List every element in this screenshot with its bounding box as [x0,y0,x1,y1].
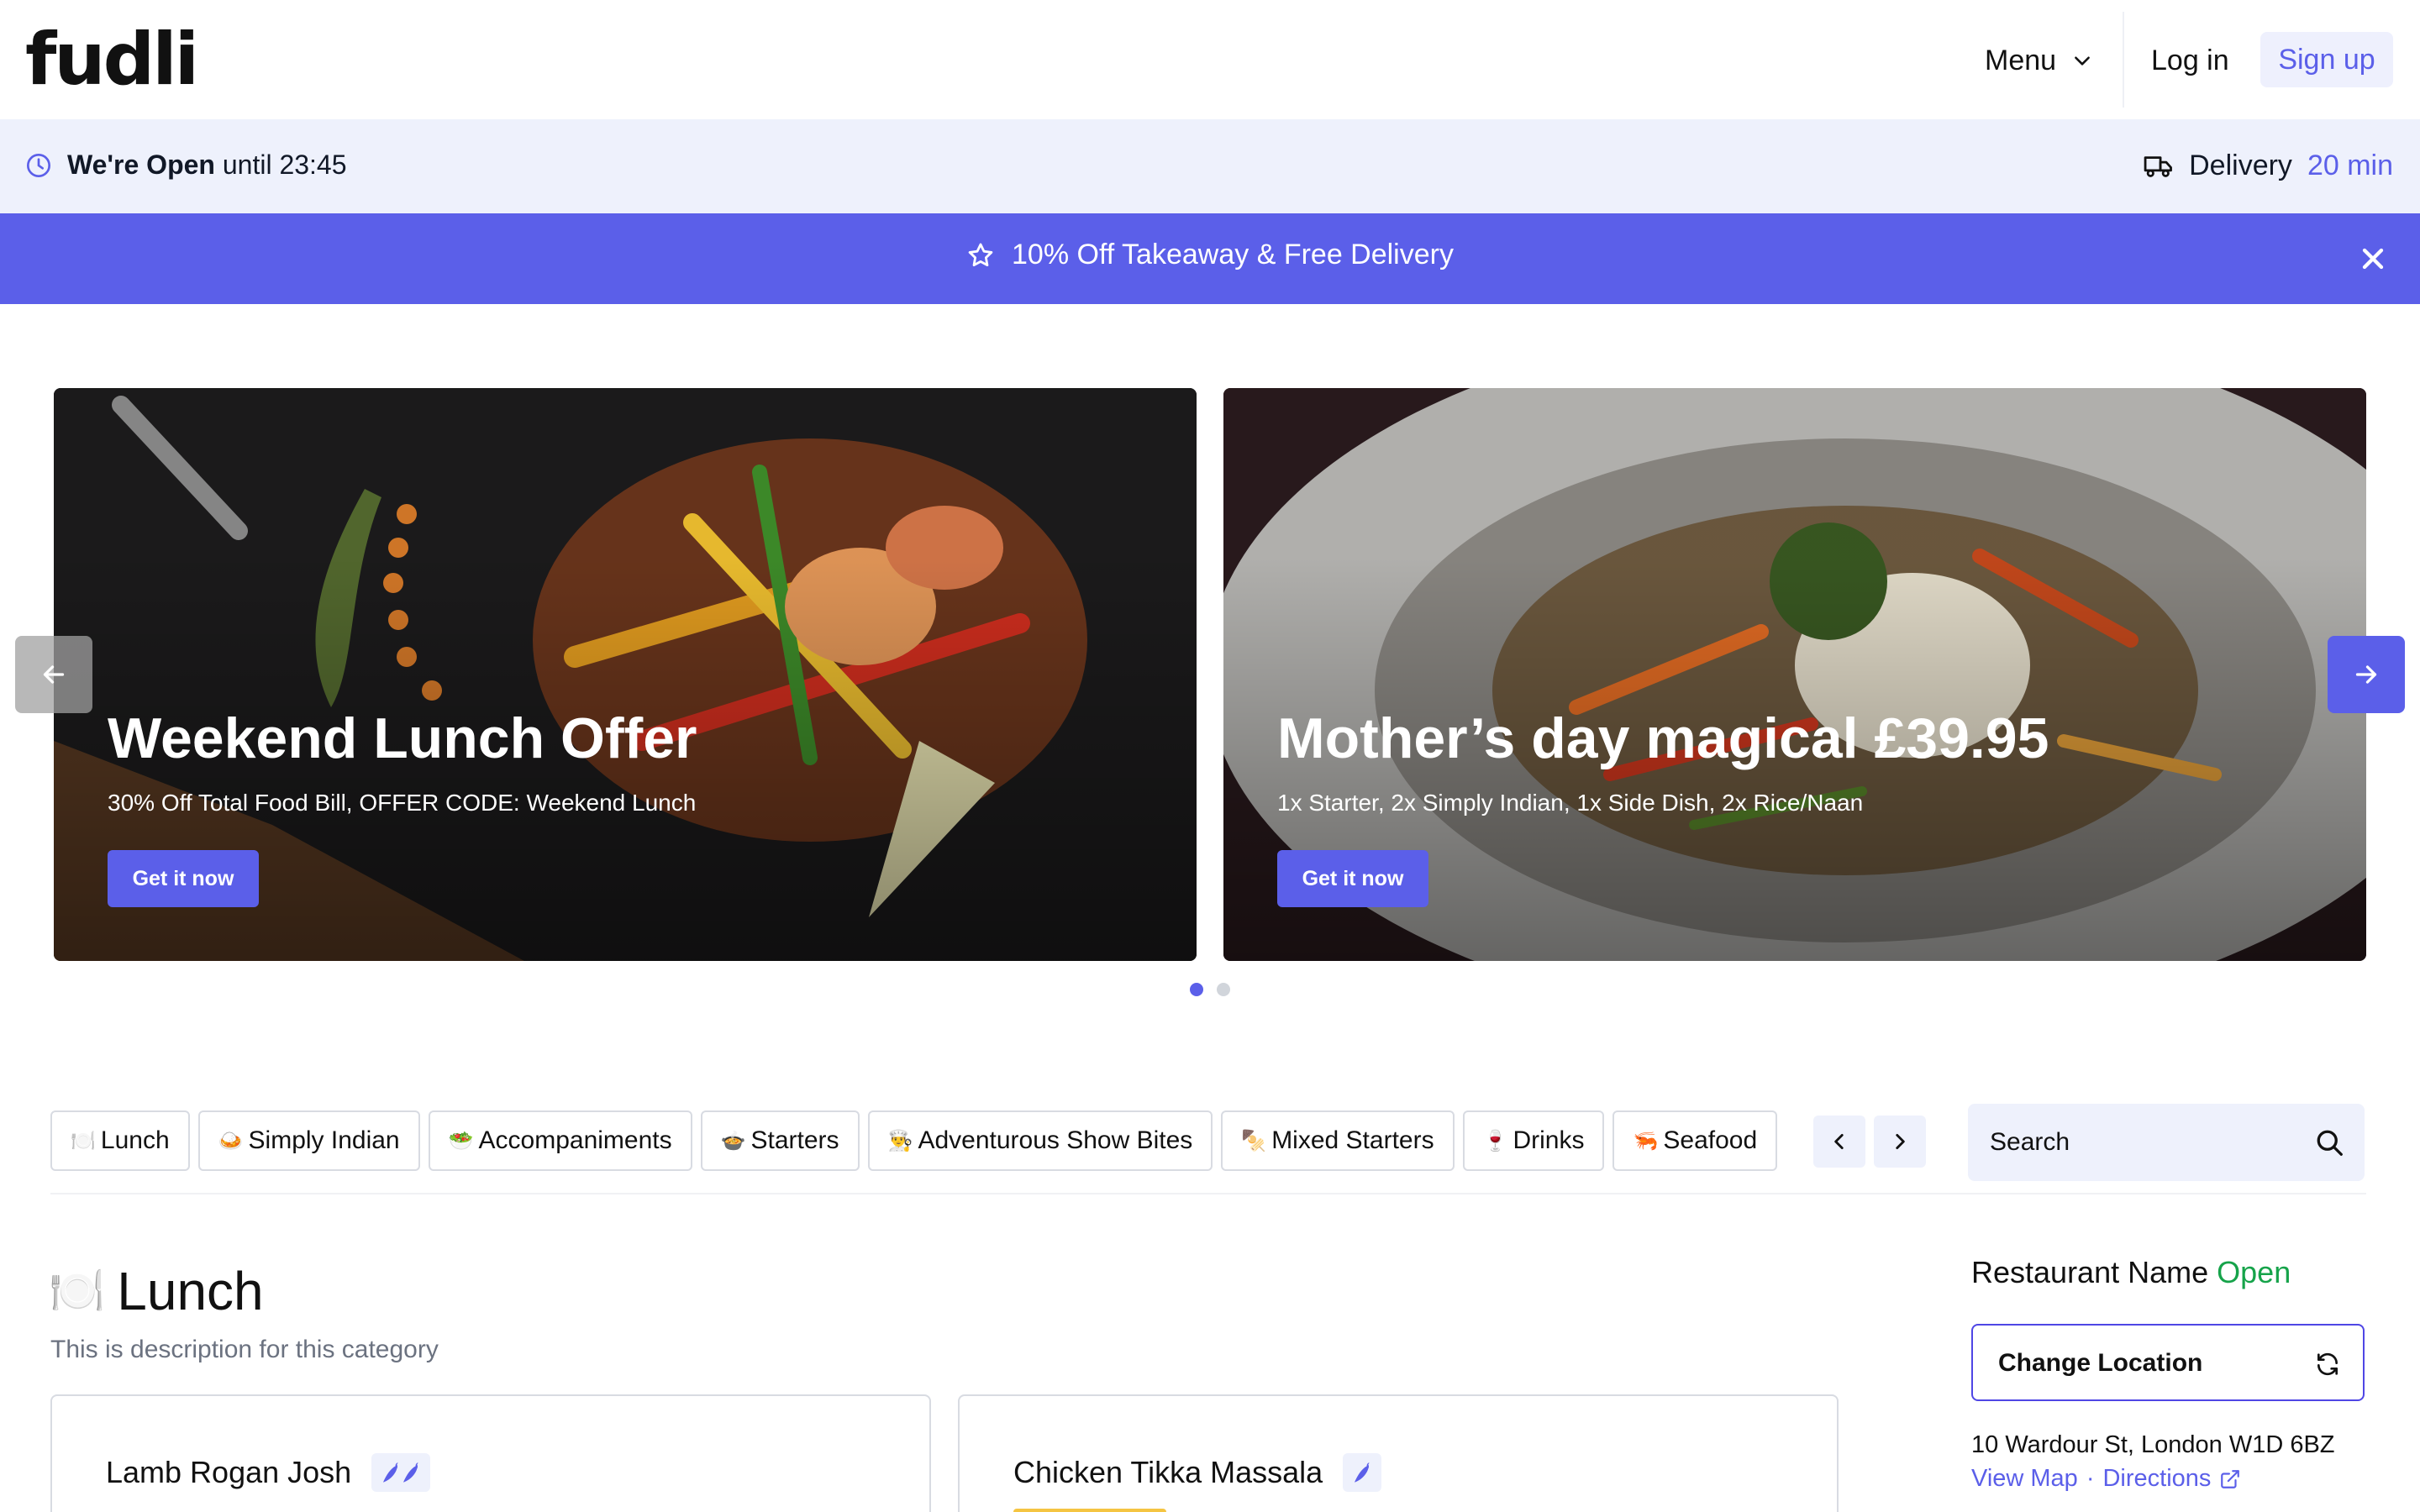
category-description: This is description for this category [50,1336,439,1363]
category-scroll-right-button[interactable] [1874,1116,1926,1168]
delivery-truck-icon [2144,155,2173,177]
carousel-dot[interactable] [1217,983,1230,996]
category-label: Starters [750,1126,839,1154]
login-button[interactable]: Log in [2151,37,2229,84]
category-emoji: 🍢 [1241,1129,1267,1152]
category-emoji: 🥗 [448,1129,474,1152]
chevron-right-icon [1896,1134,1905,1149]
top-header: fudli Menu Log in Sign up [0,0,2420,119]
category-tab-lunch[interactable]: 🍽️ Lunch [50,1110,190,1171]
link-separator: · [2086,1465,2095,1492]
carousel-slide[interactable]: Mother’s day magical £39.95 1x Starter, … [1223,388,2366,961]
category-label: Mixed Starters [1271,1126,1434,1154]
category-tab-accompaniments[interactable]: 🥗 Accompaniments [428,1110,692,1171]
external-link-icon[interactable] [2219,1468,2241,1490]
category-tab-simply-indian[interactable]: 🍛 Simply Indian [197,1110,420,1171]
signup-button[interactable]: Sign up [2260,32,2393,87]
refresh-icon [2317,1352,2338,1376]
spice-level-badge [371,1453,431,1492]
category-scroll-left-button[interactable] [1813,1116,1865,1168]
carousel-next-button[interactable] [2328,636,2405,713]
change-location-button[interactable]: Change Location [1971,1324,2365,1401]
category-heading: 🍽️ Lunch [49,1260,264,1322]
restaurant-name-line: Restaurant Name Open [1971,1255,2291,1290]
clock-icon [27,153,50,177]
search-input[interactable] [1990,1104,2309,1181]
menu-item-card[interactable]: Lamb Rogan Josh [50,1394,931,1512]
category-tab-seafood[interactable]: 🦐 Seafood [1612,1110,1778,1171]
restaurant-address: 10 Wardour St, London W1D 6BZ [1971,1431,2335,1458]
category-label: Lunch [100,1126,170,1154]
category-scroll-controls [1813,1116,1926,1168]
category-tab-adventurous-show-bites[interactable]: 👨‍🍳 Adventurous Show Bites [867,1110,1213,1171]
arrow-left-icon [43,665,65,684]
category-label: Drinks [1512,1126,1585,1154]
category-title: Lunch [117,1261,264,1321]
category-tab-drinks[interactable]: 🍷 Drinks [1462,1110,1605,1171]
map-links: View Map · Directions [1971,1465,2241,1493]
chevron-left-icon [1834,1134,1844,1149]
category-emoji: 🍽️ [71,1129,96,1152]
menu-dropdown-button[interactable]: Menu [1985,37,2093,84]
category-emoji: 🦐 [1633,1129,1659,1152]
category-label: Simply Indian [248,1126,400,1154]
category-tab-starters[interactable]: 🍲 Starters [700,1110,860,1171]
opening-hours: We're Open until 23:45 [25,150,347,181]
category-emoji: 👨‍🍳 [887,1129,913,1152]
category-emoji: 🍽️ [49,1265,106,1316]
item-tag [1013,1509,1166,1512]
promo-banner: 10% Off Takeaway & Free Delivery [0,213,2420,304]
carousel-dot[interactable] [1190,983,1203,996]
chevron-down-icon [2075,56,2090,66]
get-it-now-button[interactable]: Get it now [1277,850,1428,907]
slide-title: Mother’s day magical £39.95 [1277,706,2049,770]
search-icon[interactable] [2314,1127,2344,1158]
open-status-label: We're Open [67,150,215,180]
get-it-now-button[interactable]: Get it now [108,850,259,907]
delivery-time: 20 min [2307,150,2393,181]
category-label: Accompaniments [478,1126,672,1154]
carousel-prev-button[interactable] [15,636,92,713]
view-map-link[interactable]: View Map [1971,1465,2078,1493]
star-icon [968,243,993,266]
restaurant-name: Restaurant Name [1971,1255,2209,1289]
spice-level-badge [1343,1453,1382,1492]
search-box [1968,1104,2365,1181]
brand-logo[interactable]: fudli [25,22,199,97]
menu-item-name: Lamb Rogan Josh [106,1455,352,1489]
chili-icon [1355,1462,1370,1483]
category-emoji: 🍲 [720,1129,746,1152]
divider [50,1193,2366,1194]
slide-title: Weekend Lunch Offer [108,706,697,770]
close-icon[interactable] [2356,242,2390,276]
delivery-info: Delivery 20 min [2144,150,2393,182]
category-tab-mixed-starters[interactable]: 🍢 Mixed Starters [1221,1110,1455,1171]
category-emoji: 🍛 [218,1129,244,1152]
slide-subtitle: 1x Starter, 2x Simply Indian, 1x Side Di… [1277,790,1864,816]
menu-item-card[interactable]: Chicken Tikka Massala [958,1394,1839,1512]
carousel-slide[interactable]: Weekend Lunch Offer 30% Off Total Food B… [54,388,1197,961]
category-label: Adventurous Show Bites [918,1126,1193,1154]
category-emoji: 🍷 [1482,1129,1508,1152]
header-divider [2123,12,2124,108]
directions-link[interactable]: Directions [2102,1465,2211,1493]
chili-icon [403,1462,418,1483]
slide-subtitle: 30% Off Total Food Bill, OFFER CODE: Wee… [108,790,697,816]
arrow-right-icon [2355,665,2377,684]
delivery-label: Delivery [2189,150,2292,181]
carousel-dots [1190,983,1230,996]
category-label: Seafood [1663,1126,1758,1154]
restaurant-open-status: Open [2217,1255,2291,1289]
promo-text: 10% Off Takeaway & Free Delivery [1012,239,1454,270]
menu-item-name: Chicken Tikka Massala [1013,1455,1323,1489]
status-bar: We're Open until 23:45 Delivery 20 min [0,119,2420,213]
chili-icon [383,1462,398,1483]
menu-label: Menu [1985,44,2057,76]
change-location-label: Change Location [1998,1349,2203,1377]
category-nav: 🍽️ Lunch 🍛 Simply Indian 🥗 Accompaniments 🍲… [50,1110,1805,1173]
open-until-text: until 23:45 [222,150,347,180]
